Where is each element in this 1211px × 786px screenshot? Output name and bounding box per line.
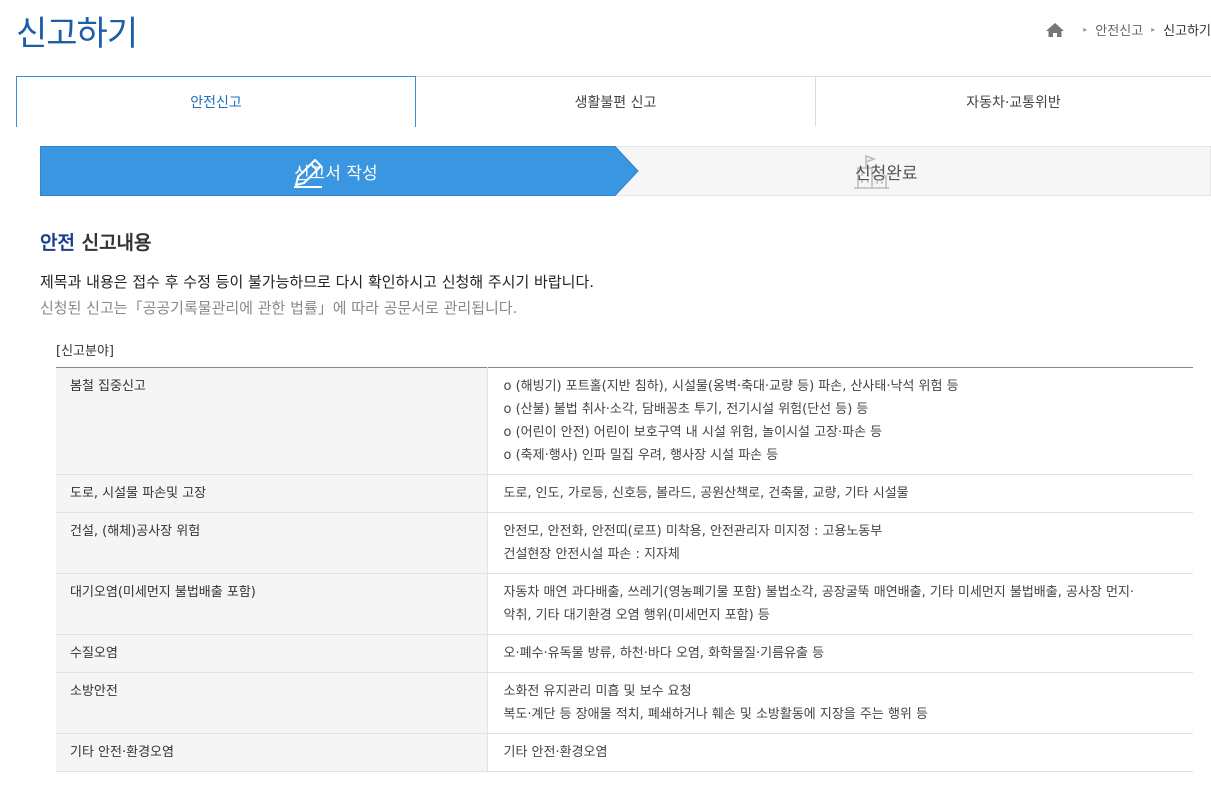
table-row: 봄철 집중신고 o (해빙기) 포트홀(지반 침하), 시설물(옹벽·축대·교량… bbox=[56, 367, 1193, 475]
home-icon[interactable] bbox=[1045, 22, 1065, 38]
breadcrumb-item-current: 신고하기 bbox=[1163, 24, 1211, 39]
table-row: 도로, 시설물 파손및 고장 도로, 인도, 가로등, 신호등, 볼라드, 공원… bbox=[56, 474, 1193, 513]
notice-record-law: 신청된 신고는「공공기록물관리에 관한 법률」에 따라 공문서로 관리됩니다. bbox=[40, 299, 518, 317]
section-title: 안전 신고내용 bbox=[40, 228, 152, 255]
description-line: o (축제·행사) 인파 밀집 우려, 행사장 시설 파손 등 bbox=[503, 448, 779, 463]
description-cell: 자동차 매연 과다배출, 쓰레기(영농폐기물 포함) 불법소각, 공장굴뚝 매연… bbox=[487, 573, 1193, 635]
table-row: 대기오염(미세먼지 불법배출 포함) 자동차 매연 과다배출, 쓰레기(영농폐기… bbox=[56, 573, 1193, 635]
report-field-label: [신고분야] bbox=[56, 344, 114, 359]
description-line: 기타 안전·환경오염 bbox=[503, 745, 608, 760]
description-line: 도로, 인도, 가로등, 신호등, 볼라드, 공원산책로, 건축물, 교량, 기… bbox=[503, 486, 909, 501]
progress-steps: 신고서 작성 신청완료 bbox=[40, 146, 1211, 196]
table-row: 기타 안전·환경오염 기타 안전·환경오염 bbox=[56, 733, 1193, 772]
table-row: 건설, (해체)공사장 위험 안전모, 안전화, 안전띠(로프) 미착용, 안전… bbox=[56, 512, 1193, 574]
description-line: 복도·계단 등 장애물 적치, 폐쇄하거나 훼손 및 소방활동에 지장을 주는 … bbox=[503, 707, 928, 722]
description-line: 오·폐수·유독물 방류, 하천·바다 오염, 화학물질·기름유출 등 bbox=[503, 646, 825, 661]
category-cell: 대기오염(미세먼지 불법배출 포함) bbox=[56, 573, 488, 635]
description-cell: 기타 안전·환경오염 bbox=[487, 733, 1193, 772]
page-title: 신고하기 bbox=[16, 14, 138, 54]
tab-vehicle-traffic[interactable]: 자동차·교통위반 bbox=[816, 76, 1211, 126]
category-cell: 기타 안전·환경오염 bbox=[56, 733, 488, 772]
description-line: 소화전 유지관리 미흡 및 보수 요청 bbox=[503, 684, 692, 699]
description-line: o (어린이 안전) 어린이 보호구역 내 시설 위험, 놀이시설 고장·파손 … bbox=[503, 425, 883, 440]
description-cell: 소화전 유지관리 미흡 및 보수 요청 복도·계단 등 장애물 적치, 폐쇄하거… bbox=[487, 672, 1193, 734]
description-line: o (해빙기) 포트홀(지반 침하), 시설물(옹벽·축대·교량 등) 파손, … bbox=[503, 379, 959, 394]
category-cell: 소방안전 bbox=[56, 672, 488, 734]
breadcrumb-separator-icon: ▸ bbox=[1151, 25, 1156, 34]
breadcrumb-item-safety-report[interactable]: 안전신고 bbox=[1095, 20, 1143, 39]
report-type-tabs: 안전신고 생활불편 신고 자동차·교통위반 bbox=[16, 76, 1211, 127]
table-row: 소방안전 소화전 유지관리 미흡 및 보수 요청 복도·계단 등 장애물 적치,… bbox=[56, 672, 1193, 734]
description-line: 건설현장 안전시설 파손 : 지자체 bbox=[503, 547, 680, 562]
report-field-table: 봄철 집중신고 o (해빙기) 포트홀(지반 침하), 시설물(옹벽·축대·교량… bbox=[56, 367, 1193, 772]
category-cell: 수질오염 bbox=[56, 634, 488, 673]
section-title-accent: 안전 bbox=[40, 232, 75, 254]
category-cell: 건설, (해체)공사장 위험 bbox=[56, 512, 488, 574]
description-cell: 안전모, 안전화, 안전띠(로프) 미착용, 안전관리자 미지정 : 고용노동부… bbox=[487, 512, 1193, 574]
tab-living-inconvenience[interactable]: 생활불편 신고 bbox=[416, 76, 816, 126]
description-cell: o (해빙기) 포트홀(지반 침하), 시설물(옹벽·축대·교량 등) 파손, … bbox=[487, 367, 1193, 475]
step-complete: 신청완료 bbox=[855, 163, 918, 184]
description-cell: 오·폐수·유독물 방류, 하천·바다 오염, 화학물질·기름유출 등 bbox=[487, 634, 1193, 673]
progress-steps-background bbox=[40, 146, 1211, 196]
tab-safety-report[interactable]: 안전신고 bbox=[16, 76, 416, 127]
description-line: 안전모, 안전화, 안전띠(로프) 미착용, 안전관리자 미지정 : 고용노동부 bbox=[503, 524, 883, 539]
category-cell: 도로, 시설물 파손및 고장 bbox=[56, 474, 488, 513]
step-write-report: 신고서 작성 bbox=[294, 163, 378, 184]
table-row: 수질오염 오·폐수·유독물 방류, 하천·바다 오염, 화학물질·기름유출 등 bbox=[56, 634, 1193, 673]
category-cell: 봄철 집중신고 bbox=[56, 367, 488, 475]
section-title-rest: 신고내용 bbox=[74, 232, 152, 254]
description-line: o (산불) 불법 취사·소각, 담배꽁초 투기, 전기시설 위험(단선 등) … bbox=[503, 402, 869, 417]
notice-edit-warning: 제목과 내용은 접수 후 수정 등이 불가능하므로 다시 확인하시고 신청해 주… bbox=[40, 273, 595, 291]
description-cell: 도로, 인도, 가로등, 신호등, 볼라드, 공원산책로, 건축물, 교량, 기… bbox=[487, 474, 1193, 513]
breadcrumb-separator-icon: ▸ bbox=[1083, 25, 1088, 34]
description-line: 자동차 매연 과다배출, 쓰레기(영농폐기물 포함) 불법소각, 공장굴뚝 매연… bbox=[503, 585, 1135, 600]
breadcrumb: ▸ 안전신고 ▸ 신고하기 bbox=[1045, 20, 1211, 39]
description-line: 악취, 기타 대기환경 오염 행위(미세먼지 포함) 등 bbox=[503, 608, 770, 623]
